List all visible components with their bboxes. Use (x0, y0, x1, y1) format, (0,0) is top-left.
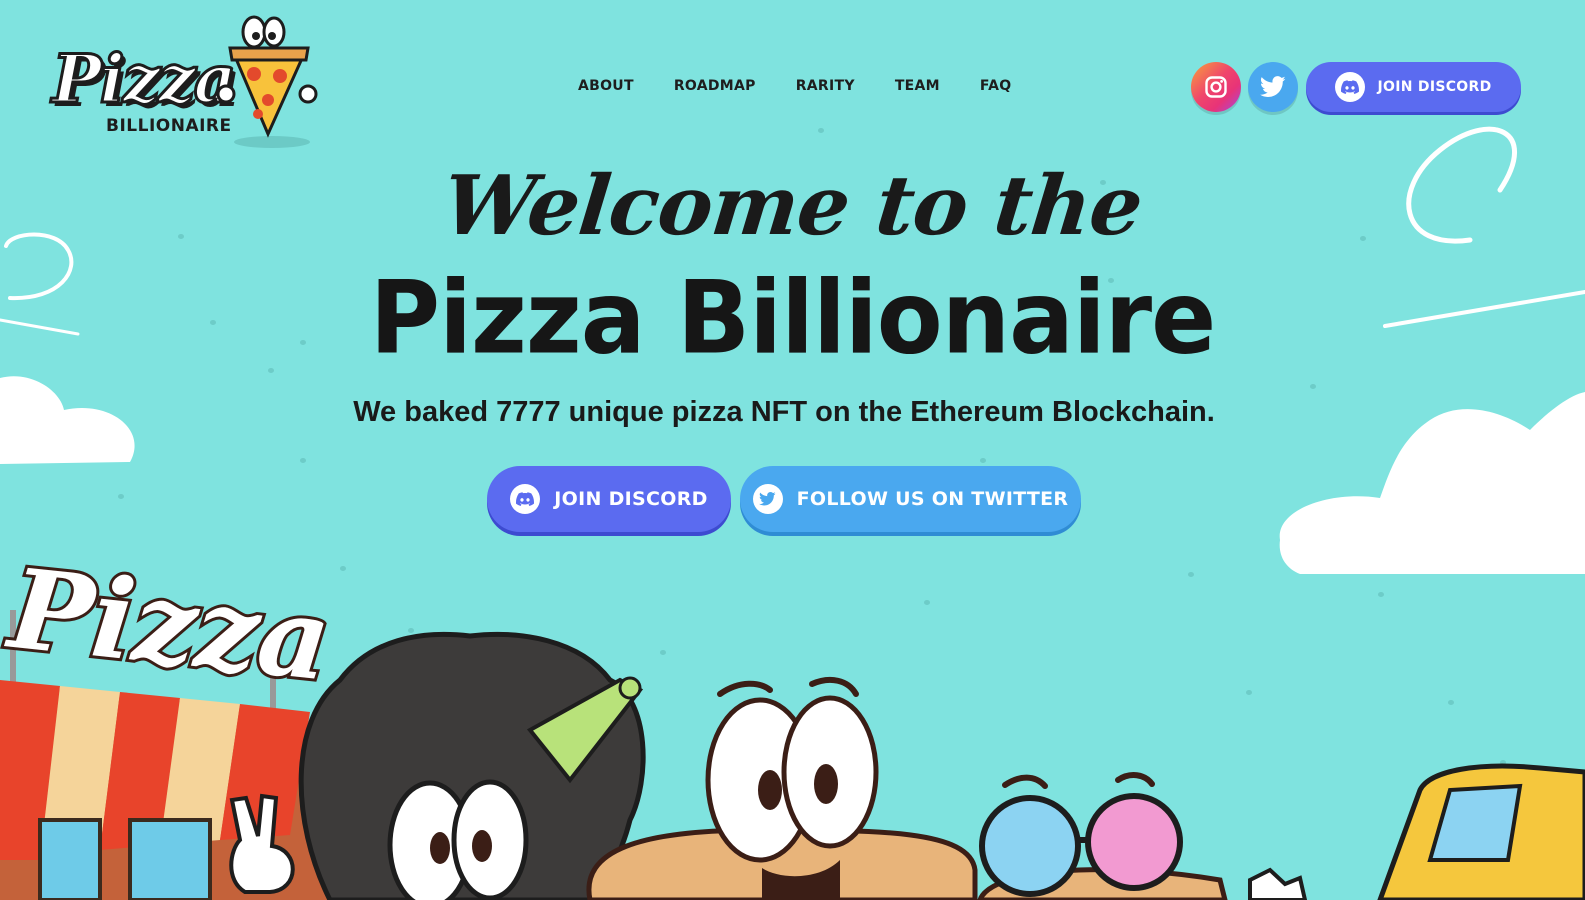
nav-about[interactable]: ABOUT (578, 78, 634, 94)
hero-title: Pizza Billionaire (369, 259, 1216, 377)
join-discord-header-label: JOIN DISCORD (1377, 79, 1492, 95)
brand-logo[interactable]: Pizza BILLIONAIRE (46, 14, 318, 154)
main-nav: ABOUT ROADMAP RARITY TEAM FAQ (578, 78, 1012, 94)
follow-twitter-cta-button[interactable]: FOLLOW US ON TWITTER (740, 466, 1081, 532)
join-discord-header-button[interactable]: JOIN DISCORD (1306, 62, 1521, 112)
pizza-mascot-icon (216, 15, 318, 148)
logo-subtitle: BILLIONAIRE (106, 116, 232, 136)
twitter-button[interactable] (1248, 62, 1298, 112)
logo-wordmark: Pizza (50, 39, 237, 120)
character-afro (298, 631, 646, 900)
car-right (1377, 763, 1585, 900)
twitter-icon (752, 484, 783, 514)
follow-twitter-cta-label: FOLLOW US ON TWITTER (796, 488, 1069, 510)
join-discord-cta-button[interactable]: JOIN DISCORD (487, 466, 731, 532)
instagram-button[interactable] (1191, 62, 1241, 112)
nav-faq[interactable]: FAQ (980, 78, 1012, 94)
hero-welcome: Welcome to the (438, 158, 1147, 254)
nav-team[interactable]: TEAM (895, 78, 940, 94)
character-crust (586, 676, 978, 900)
twitter-icon (1260, 76, 1286, 97)
character-glasses (977, 772, 1308, 900)
shop-sign: Pizza (1, 543, 336, 705)
nav-roadmap[interactable]: ROADMAP (674, 78, 756, 94)
discord-icon (1335, 72, 1366, 102)
hero-tagline: We baked 7777 unique pizza NFT on the Et… (353, 396, 1215, 428)
discord-icon (510, 484, 541, 514)
join-discord-cta-label: JOIN DISCORD (554, 488, 708, 510)
instagram-icon (1205, 76, 1227, 98)
nav-rarity[interactable]: RARITY (796, 78, 855, 94)
